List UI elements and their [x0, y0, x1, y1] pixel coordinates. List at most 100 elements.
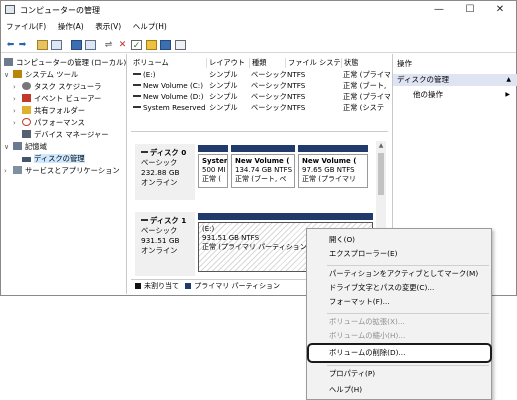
performance-icon — [22, 118, 31, 126]
column-header-volume[interactable]: ボリューム — [131, 58, 207, 68]
chevron-down-icon[interactable]: ∨ — [4, 142, 13, 153]
search-folder-icon[interactable] — [146, 40, 157, 50]
chevron-right-icon[interactable]: › — [13, 94, 22, 105]
computer-icon — [4, 58, 13, 66]
column-header-filesystem[interactable]: ファイル システム — [286, 58, 342, 68]
computer-management-icon — [5, 5, 15, 14]
other-actions-link[interactable]: 他の操作 — [413, 89, 443, 101]
ctx-open[interactable]: 開く(O) — [329, 233, 355, 247]
menu-view[interactable]: 表示(V) — [95, 20, 121, 34]
volume-icon — [133, 84, 141, 86]
tree-item-device-manager[interactable]: デバイス マネージャー — [22, 129, 109, 140]
maximize-button[interactable]: ☐ — [456, 3, 484, 17]
ctx-mark-active[interactable]: パーティションをアクティブとしてマーク(M) — [329, 267, 478, 281]
console-tree: コンピューターの管理 (ローカル) ∨ システム ツール › タスク スケジューラ … — [1, 54, 127, 294]
forward-arrow-icon[interactable]: ➡ — [17, 40, 28, 50]
disk-icon — [141, 219, 148, 221]
ctx-change-drive-letter[interactable]: ドライブ文字とパスの変更(C)... — [329, 281, 434, 295]
minimize-button[interactable]: — — [425, 3, 453, 17]
shared-folder-icon — [22, 106, 31, 114]
partition-new-volume-d[interactable]: New Volume ( 97.65 GB NTFS 正常 (プライマリ — [298, 154, 368, 188]
back-arrow-icon[interactable]: ⬅ — [5, 40, 16, 50]
ctx-properties[interactable]: プロパティ(P) — [329, 367, 375, 381]
partition-bar — [198, 213, 373, 220]
tree-item-disk-management[interactable]: ディスクの管理 — [22, 153, 85, 164]
ctx-format[interactable]: フォーマット(F)... — [329, 295, 390, 309]
menu-help[interactable]: ヘルプ(H) — [133, 20, 167, 34]
clock-icon — [22, 82, 31, 90]
primary-partition-swatch — [185, 283, 192, 289]
actions-section-disk-management[interactable]: ディスクの管理 ▲ — [393, 74, 517, 86]
console-tree-icon[interactable] — [51, 40, 62, 50]
unallocated-swatch — [135, 283, 141, 289]
chevron-right-icon[interactable]: › — [13, 106, 22, 117]
ctx-separator — [327, 313, 489, 314]
menu-bar: ファイル(F) 操作(A) 表示(V) ヘルプ(H) — [1, 20, 516, 34]
tree-item-computer-management[interactable]: コンピューターの管理 (ローカル) — [4, 57, 126, 68]
storage-icon — [13, 142, 22, 150]
ctx-separator — [327, 365, 489, 366]
table-row[interactable]: New Volume (D:) シンプル ベーシック NTFS 正常 (プライマ — [131, 92, 390, 102]
chevron-right-icon[interactable]: › — [4, 166, 13, 177]
volume-icon — [133, 106, 141, 108]
column-header-status[interactable]: 状態 — [342, 58, 390, 68]
ctx-separator — [327, 265, 489, 266]
menu-file[interactable]: ファイル(F) — [6, 20, 46, 34]
device-manager-icon — [22, 130, 31, 138]
context-menu: 開く(O) エクスプローラー(E) パーティションをアクティブとしてマーク(M)… — [306, 228, 492, 400]
check-icon[interactable]: ✓ — [131, 40, 142, 51]
window-title: コンピューターの管理 — [20, 6, 100, 15]
table-row[interactable]: System Reserved シンプル ベーシック NTFS 正常 (システ — [131, 103, 390, 113]
submenu-arrow-icon[interactable]: ▶ — [505, 89, 510, 101]
tree-item-storage[interactable]: ∨ 記憶域 — [4, 141, 47, 152]
menu-action[interactable]: 操作(A) — [58, 20, 84, 34]
partition-bar — [198, 145, 228, 152]
chevron-right-icon[interactable]: › — [13, 82, 22, 93]
ctx-help[interactable]: ヘルプ(H) — [329, 383, 362, 397]
folder-icon[interactable] — [37, 40, 48, 50]
tree-item-shared-folders[interactable]: › 共有フォルダー — [13, 105, 85, 116]
scroll-up-icon[interactable]: ▲ — [376, 141, 386, 151]
volume-icon — [133, 95, 141, 97]
title-bar: コンピューターの管理 — ☐ ✕ — [1, 1, 516, 19]
tree-item-task-scheduler[interactable]: › タスク スケジューラ — [13, 81, 101, 92]
help-book-icon[interactable] — [71, 40, 82, 50]
properties-icon[interactable] — [85, 40, 96, 50]
collapse-icon[interactable]: ▲ — [506, 74, 511, 86]
ctx-extend-volume[interactable]: ボリュームの拡張(X)... — [329, 315, 405, 329]
chevron-down-icon[interactable]: ∨ — [4, 70, 13, 81]
tools-icon — [13, 70, 22, 78]
event-viewer-icon — [22, 94, 31, 102]
export-icon[interactable] — [160, 40, 171, 50]
actions-header: 操作 — [397, 59, 412, 68]
partition-bar — [298, 145, 368, 152]
services-icon — [13, 166, 22, 174]
ctx-shrink-volume[interactable]: ボリュームの縮小(H)... — [329, 329, 405, 343]
delete-icon[interactable]: ✕ — [117, 40, 128, 50]
view-list-icon[interactable] — [175, 40, 186, 50]
disk-icon — [22, 157, 31, 162]
close-button[interactable]: ✕ — [486, 3, 514, 17]
tree-item-system-tools[interactable]: ∨ システム ツール — [4, 69, 78, 80]
ctx-delete-volume[interactable]: ボリュームの削除(D)... — [329, 346, 405, 360]
volume-list: ボリューム レイアウト 種類 ファイル システム 状態 (E:) シンプル ベー… — [131, 58, 390, 118]
scrollbar-thumb[interactable] — [378, 153, 384, 195]
partition-new-volume-c[interactable]: New Volume ( 134.74 GB NTFS 正常 (ブート, ペ — [231, 154, 295, 188]
toolbar: ⬅ ➡ ⇌ ✕ ✓ — [1, 37, 516, 53]
chevron-right-icon[interactable]: › — [13, 118, 22, 129]
table-row[interactable]: New Volume (C:) シンプル ベーシック NTFS 正常 (ブート, — [131, 81, 390, 91]
disk-0-label[interactable]: ディスク 0 ベーシック 232.88 GB オンライン — [135, 144, 195, 200]
connect-drive-icon[interactable]: ⇌ — [103, 40, 114, 50]
disk-1-label[interactable]: ディスク 1 ベーシック 931.51 GB オンライン — [135, 212, 195, 276]
ctx-explorer[interactable]: エクスプローラー(E) — [329, 247, 397, 261]
partition-bar — [231, 145, 295, 152]
tree-item-services-applications[interactable]: › サービスとアプリケーション — [4, 165, 120, 176]
column-header-type[interactable]: 種類 — [250, 58, 286, 68]
disk-icon — [141, 151, 148, 153]
tree-item-event-viewer[interactable]: › イベント ビューアー — [13, 93, 101, 104]
volume-icon — [133, 73, 141, 75]
column-header-layout[interactable]: レイアウト — [207, 58, 250, 68]
table-row[interactable]: (E:) シンプル ベーシック NTFS 正常 (プライマ — [131, 70, 390, 80]
tree-item-performance[interactable]: › パフォーマンス — [13, 117, 85, 128]
partition-system-reserved[interactable]: System 500 MI 正常 ( — [198, 154, 228, 188]
